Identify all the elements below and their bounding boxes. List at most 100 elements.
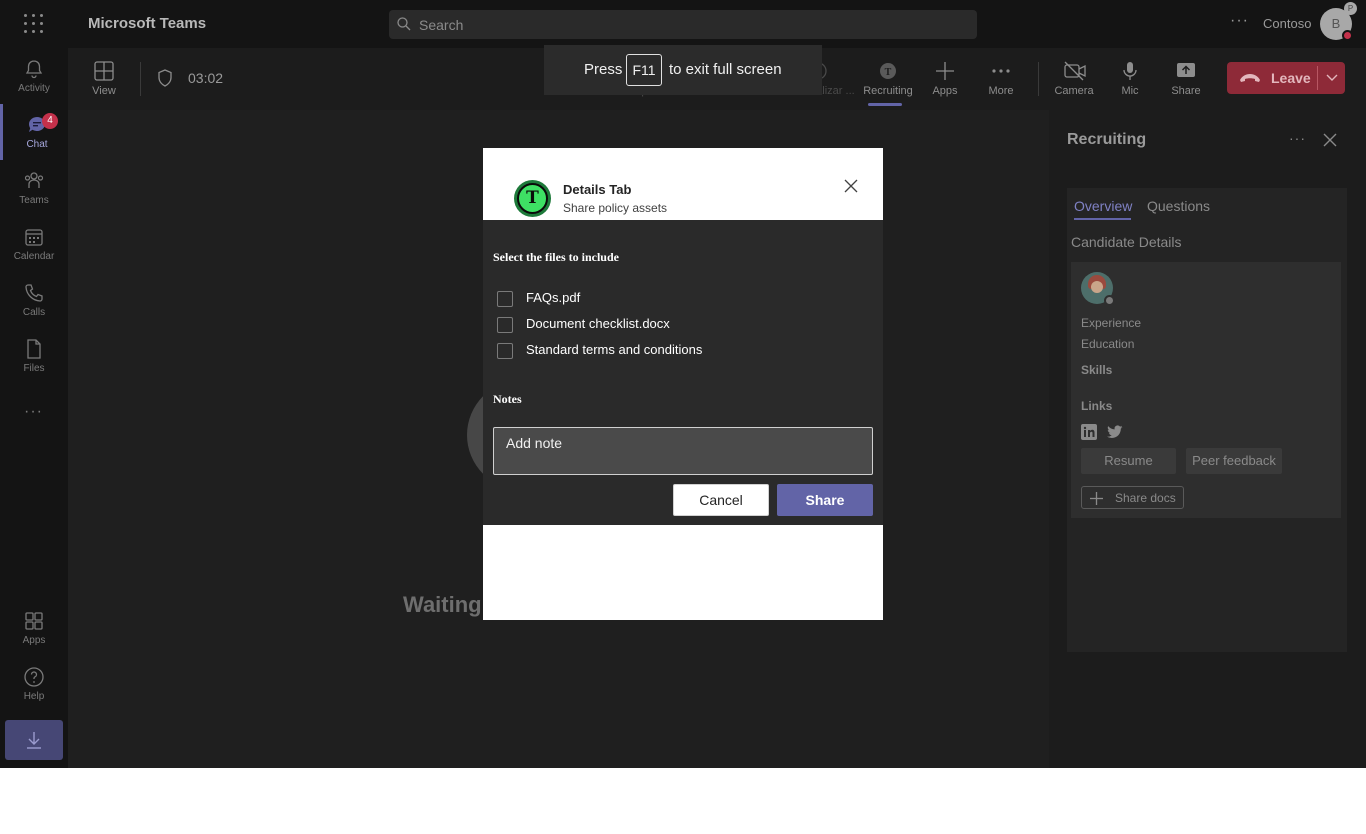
- rail-label-teams: Teams: [19, 195, 49, 206]
- rail-item-chat[interactable]: 4 Chat: [0, 104, 68, 160]
- dialog-subtitle: Share policy assets: [563, 201, 668, 215]
- rail-item-activity[interactable]: Activity: [0, 48, 68, 104]
- rail-item-apps[interactable]: Apps: [0, 600, 68, 656]
- note-input[interactable]: [506, 434, 856, 452]
- rail-item-help[interactable]: Help: [0, 656, 68, 712]
- share-button[interactable]: Share: [777, 484, 873, 516]
- chevron-down-icon: [1326, 74, 1338, 81]
- note-field[interactable]: [493, 427, 873, 475]
- calendar-icon: [25, 229, 43, 246]
- plus-icon: [936, 62, 954, 80]
- org-name[interactable]: Contoso: [1263, 16, 1311, 31]
- panel-title: Recruiting: [1067, 131, 1147, 148]
- twitter-icon[interactable]: [1107, 425, 1123, 439]
- recruiting-panel: Recruiting ··· Overview Questions Candid…: [1049, 110, 1366, 768]
- share-docs-label: Share docs: [1115, 491, 1176, 505]
- tab-underline: [1074, 218, 1131, 220]
- cancel-button[interactable]: Cancel: [673, 484, 769, 516]
- leave-label: Leave: [1271, 70, 1311, 86]
- linkedin-icon[interactable]: [1081, 424, 1097, 440]
- tab-overview[interactable]: Overview: [1074, 198, 1132, 214]
- rail-label-calendar: Calendar: [13, 251, 55, 262]
- search-box[interactable]: [389, 10, 977, 39]
- dialog-header: T Details Tab Share policy assets: [483, 148, 883, 220]
- candidate-card: Experience Education Skills Links Resume…: [1071, 262, 1341, 518]
- app-logo: T: [514, 180, 551, 217]
- rail-label-help: Help: [23, 691, 45, 702]
- file-option-label: Document checklist.docx: [526, 316, 670, 331]
- peer-feedback-button[interactable]: Peer feedback: [1186, 448, 1282, 474]
- checkbox[interactable]: [497, 291, 513, 307]
- download-button[interactable]: [5, 720, 63, 760]
- hang-up-icon: [1240, 74, 1260, 82]
- app-launcher-icon[interactable]: [22, 12, 46, 36]
- app-title: Microsoft Teams: [88, 15, 207, 32]
- share-screen-icon: [1177, 63, 1195, 77]
- share-docs-button[interactable]: Share docs: [1081, 486, 1184, 509]
- leave-options-button[interactable]: [1318, 62, 1345, 94]
- waiting-text: Waiting: [403, 592, 482, 617]
- close-icon[interactable]: [843, 178, 859, 194]
- search-icon: [397, 17, 411, 31]
- avatar-initial: B: [1331, 16, 1341, 31]
- experience-row: Experience: [1081, 316, 1142, 330]
- teams-window: Microsoft Teams ··· Contoso B P Activity…: [0, 0, 1366, 768]
- links-row: Links: [1081, 399, 1113, 413]
- presence-busy-icon: [1342, 30, 1353, 41]
- rail-item-teams[interactable]: Teams: [0, 160, 68, 216]
- camera-button[interactable]: Camera: [1046, 58, 1102, 104]
- skills-row: Skills: [1081, 363, 1113, 377]
- fullscreen-hint-suffix: to exit full screen: [669, 61, 782, 78]
- file-option-label: Standard terms and conditions: [526, 342, 703, 357]
- rail-item-calls[interactable]: Calls: [0, 272, 68, 328]
- more-label: More: [988, 85, 1014, 97]
- dialog-content: Select the files to include FAQs.pdf Doc…: [483, 220, 883, 525]
- resume-button[interactable]: Resume: [1081, 448, 1176, 474]
- recruiting-button[interactable]: T Recruiting: [860, 58, 916, 106]
- help-icon: [24, 667, 44, 687]
- microphone-icon: [1123, 62, 1137, 80]
- rail-label-files: Files: [23, 363, 45, 374]
- rail-label-apps: Apps: [22, 635, 46, 646]
- avatar-badge: P: [1344, 2, 1357, 15]
- checkbox[interactable]: [497, 317, 513, 333]
- meeting-timer: 03:02: [188, 70, 224, 86]
- download-icon: [27, 732, 41, 749]
- candidate-details-title: Candidate Details: [1071, 234, 1182, 250]
- leave-button[interactable]: Leave: [1227, 62, 1317, 94]
- close-icon[interactable]: [1323, 133, 1337, 147]
- apps-button[interactable]: Apps: [917, 58, 973, 104]
- rail-label-calls: Calls: [22, 307, 46, 318]
- rail-more-icon[interactable]: ···: [24, 403, 43, 421]
- search-input[interactable]: [419, 14, 959, 36]
- rail-item-calendar[interactable]: Calendar: [0, 216, 68, 272]
- app-logo-letter: T: [517, 183, 548, 214]
- user-avatar[interactable]: B P: [1320, 2, 1357, 41]
- plus-icon: [1090, 492, 1103, 505]
- view-label: View: [92, 85, 116, 97]
- rail-label-chat: Chat: [26, 139, 48, 150]
- candidate-presence-icon: [1104, 295, 1115, 306]
- share-button[interactable]: Share: [1158, 58, 1214, 104]
- teams-icon: [24, 172, 44, 188]
- camera-off-icon: [1064, 61, 1086, 81]
- rail-label-activity: Activity: [18, 83, 50, 94]
- tab-questions[interactable]: Questions: [1147, 198, 1210, 214]
- title-bar: Microsoft Teams ··· Contoso B P: [0, 0, 1366, 48]
- more-button[interactable]: More: [973, 58, 1029, 104]
- apps-icon: [25, 612, 43, 630]
- rail-item-files[interactable]: Files: [0, 328, 68, 384]
- leave-button-group: Leave: [1227, 62, 1345, 94]
- toolbar-divider: [140, 62, 141, 96]
- shield-icon: [158, 69, 172, 87]
- mic-button[interactable]: Mic: [1102, 58, 1158, 104]
- fullscreen-hint: Press F11 to exit full screen: [544, 45, 822, 95]
- share-label: Share: [1171, 85, 1201, 97]
- checkbox[interactable]: [497, 343, 513, 359]
- phone-icon: [25, 284, 43, 302]
- more-options-icon[interactable]: ···: [1230, 12, 1249, 30]
- education-row: Education: [1081, 337, 1135, 351]
- panel-more-icon[interactable]: ···: [1289, 130, 1306, 146]
- notes-label: Notes: [493, 392, 522, 406]
- view-button[interactable]: View: [76, 58, 132, 104]
